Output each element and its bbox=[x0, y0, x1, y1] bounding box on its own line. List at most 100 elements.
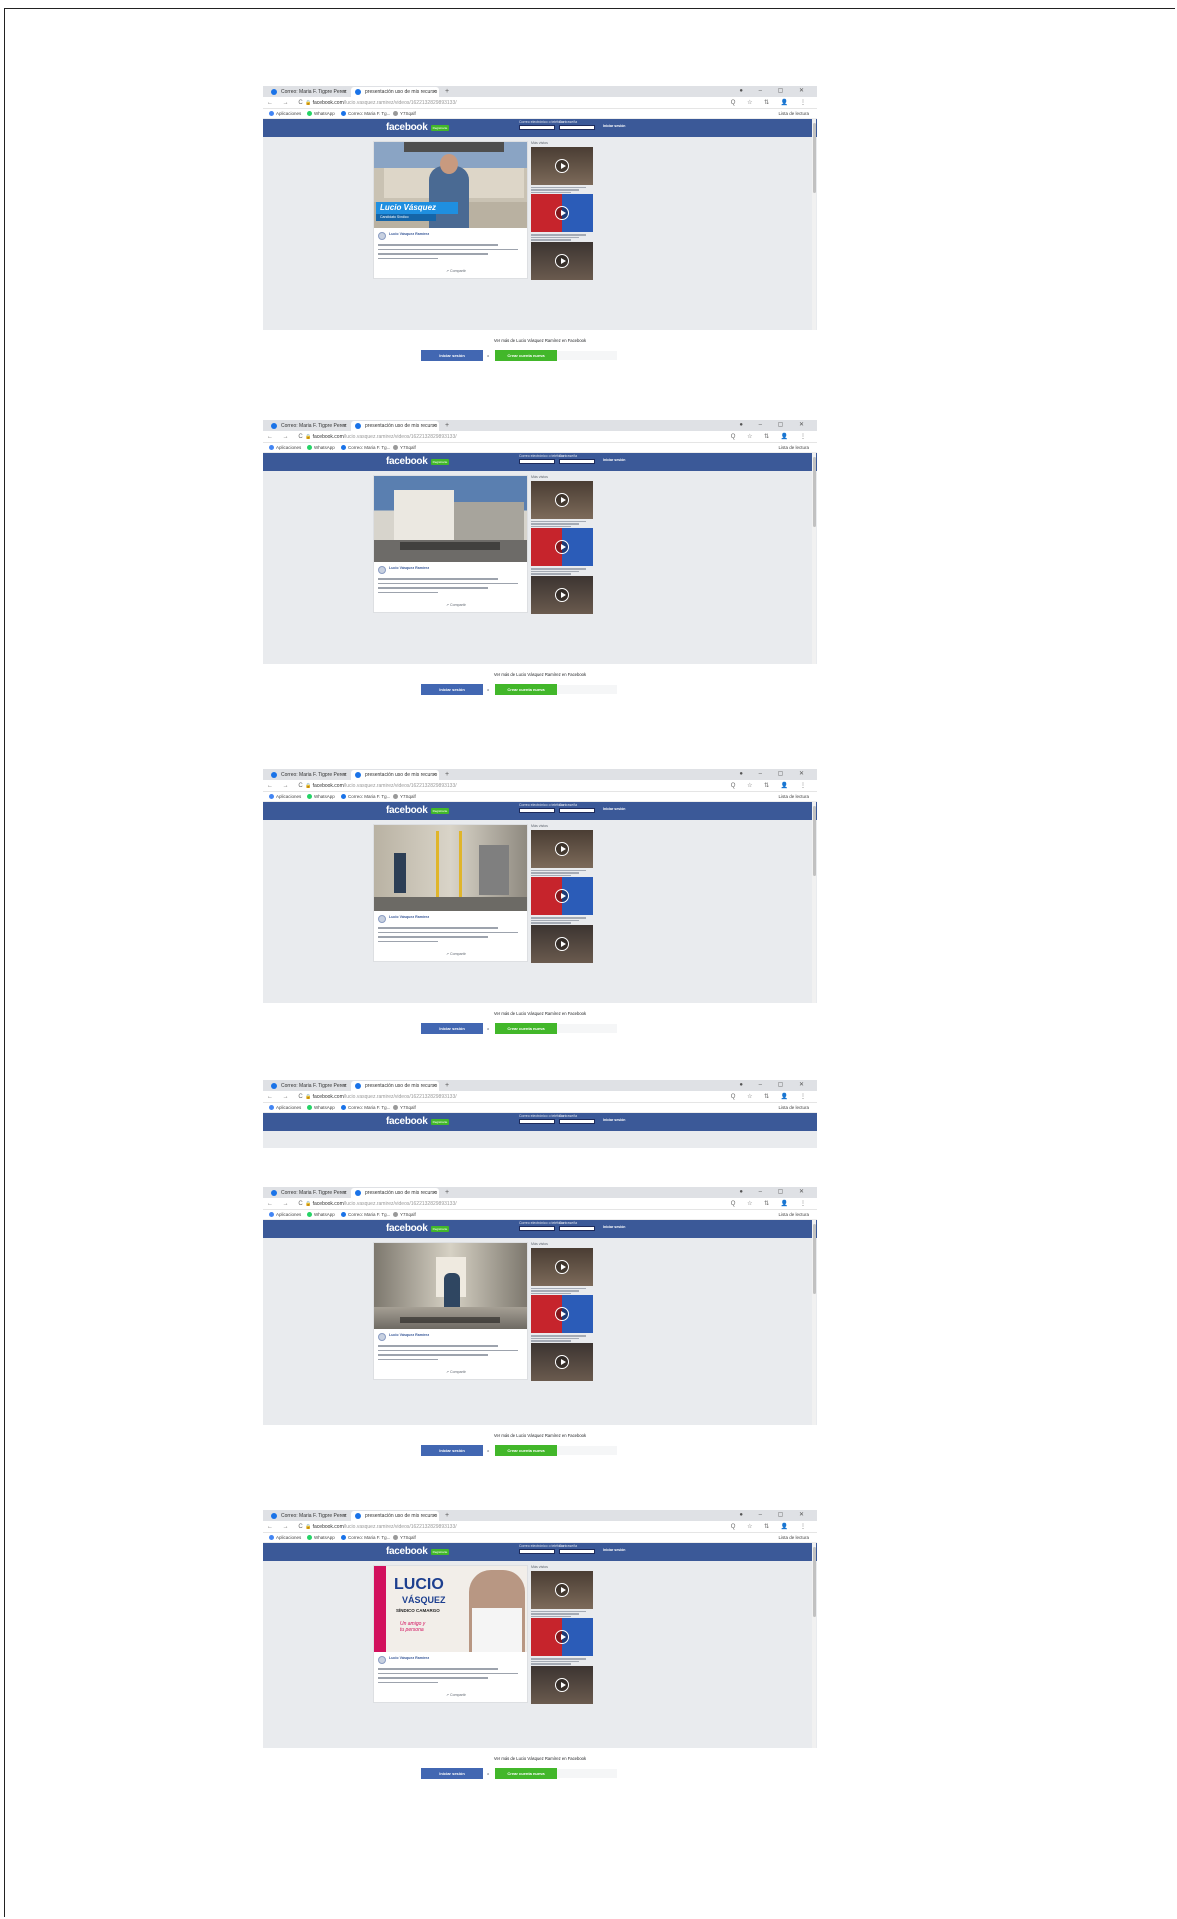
bookmark-whatsapp[interactable]: WhatsApp bbox=[307, 1103, 335, 1113]
close-icon[interactable]: × bbox=[343, 421, 346, 431]
window-controls[interactable]: ● – ▢ ✕ bbox=[739, 769, 811, 780]
browser-tab-active[interactable]: presentación uso de mis recurso × bbox=[351, 1511, 439, 1521]
email-field[interactable] bbox=[519, 1119, 555, 1124]
bookmark-y7[interactable]: Y7Sqalf bbox=[393, 1210, 416, 1220]
related-video-thumbnail[interactable] bbox=[531, 1248, 593, 1286]
nav-buttons[interactable]: ← → C bbox=[267, 1521, 307, 1533]
bookmark-apps[interactable]: Aplicaciones bbox=[269, 1210, 301, 1220]
extension-icons[interactable]: Q ☆ ⇅ 👤 ⋮ bbox=[731, 1198, 811, 1210]
facebook-logo[interactable]: facebook bbox=[386, 805, 428, 816]
reading-list[interactable]: Lista de lectura bbox=[778, 1533, 809, 1543]
related-video-thumbnail[interactable] bbox=[531, 147, 593, 185]
facebook-logo[interactable]: facebook bbox=[386, 1546, 428, 1557]
register-button[interactable]: Registrarte bbox=[431, 1226, 449, 1232]
login-button[interactable]: Iniciar sesión bbox=[421, 684, 483, 695]
extension-icons[interactable]: Q ☆ ⇅ 👤 ⋮ bbox=[731, 97, 811, 109]
bookmark-y7[interactable]: Y7Sqalf bbox=[393, 792, 416, 802]
close-icon[interactable]: × bbox=[433, 1188, 436, 1198]
new-tab-button[interactable]: + bbox=[445, 769, 449, 780]
nav-buttons[interactable]: ← → C bbox=[267, 97, 307, 109]
related-video-thumbnail[interactable] bbox=[531, 1618, 593, 1657]
extension-icons[interactable]: Q ☆ ⇅ 👤 ⋮ bbox=[731, 780, 811, 792]
window-controls[interactable]: ● – ▢ ✕ bbox=[739, 1187, 811, 1198]
reading-list[interactable]: Lista de lectura bbox=[778, 443, 809, 453]
bookmark-apps[interactable]: Aplicaciones bbox=[269, 792, 301, 802]
nav-buttons[interactable]: ← → C bbox=[267, 1091, 307, 1103]
new-tab-button[interactable]: + bbox=[445, 1080, 449, 1091]
bookmark-mail[interactable]: Correo: Maria F. Tg... bbox=[341, 792, 390, 802]
close-icon[interactable]: × bbox=[433, 421, 436, 431]
close-icon[interactable]: × bbox=[343, 1188, 346, 1198]
email-field[interactable] bbox=[519, 1226, 555, 1231]
avatar[interactable] bbox=[378, 915, 386, 923]
browser-tab[interactable]: Correo: Maria F. Tigpre Perez × bbox=[267, 421, 349, 431]
share-button[interactable]: ↗ Compartir bbox=[446, 1693, 466, 1697]
email-field[interactable] bbox=[519, 125, 555, 130]
related-video-thumbnail[interactable] bbox=[531, 575, 593, 614]
close-icon[interactable]: × bbox=[433, 87, 436, 97]
close-icon[interactable]: × bbox=[343, 1511, 346, 1521]
bookmark-whatsapp[interactable]: WhatsApp bbox=[307, 443, 335, 453]
bookmark-y7[interactable]: Y7Sqalf bbox=[393, 1533, 416, 1543]
video-player[interactable] bbox=[374, 1243, 527, 1329]
register-button[interactable]: Registrarte bbox=[431, 459, 449, 465]
related-video-thumbnail[interactable] bbox=[531, 481, 593, 519]
share-button[interactable]: ↗ Compartir bbox=[446, 269, 466, 273]
login-link[interactable]: Iniciar sesión bbox=[603, 1548, 625, 1552]
share-button[interactable]: ↗ Compartir bbox=[446, 952, 466, 956]
video-player[interactable] bbox=[374, 476, 527, 562]
bookmark-apps[interactable]: Aplicaciones bbox=[269, 443, 301, 453]
extension-icons[interactable]: Q ☆ ⇅ 👤 ⋮ bbox=[731, 431, 811, 443]
bookmark-y7[interactable]: Y7Sqalf bbox=[393, 443, 416, 453]
avatar[interactable] bbox=[378, 1656, 386, 1664]
related-video-thumbnail[interactable] bbox=[531, 194, 593, 233]
browser-tab[interactable]: Correo: Maria F. Tigpre Perez × bbox=[267, 1081, 349, 1091]
extension-icons[interactable]: Q ☆ ⇅ 👤 ⋮ bbox=[731, 1521, 811, 1533]
create-account-button[interactable]: Crear cuenta nueva bbox=[495, 1445, 557, 1456]
login-link[interactable]: Iniciar sesión bbox=[603, 458, 625, 462]
url-field[interactable]: 🔒 facebook.com/lucio.vasquez.ramirez/vid… bbox=[305, 782, 747, 790]
register-button[interactable]: Registrarte bbox=[431, 808, 449, 814]
video-player[interactable]: Lucio Vásquez Candidato Síndico bbox=[374, 142, 527, 228]
browser-tab-active[interactable]: presentación uso de mis recurso × bbox=[351, 770, 439, 780]
bookmark-whatsapp[interactable]: WhatsApp bbox=[307, 109, 335, 119]
window-controls[interactable]: ● – ▢ ✕ bbox=[739, 1510, 811, 1521]
login-button[interactable]: Iniciar sesión bbox=[421, 350, 483, 361]
extension-icons[interactable]: Q ☆ ⇅ 👤 ⋮ bbox=[731, 1091, 811, 1103]
post-author[interactable]: Lucio Vásquez Ramírez bbox=[389, 1656, 429, 1660]
related-video-thumbnail[interactable] bbox=[531, 1342, 593, 1381]
close-icon[interactable]: × bbox=[343, 87, 346, 97]
close-icon[interactable]: × bbox=[433, 1511, 436, 1521]
scrollbar-thumb[interactable] bbox=[812, 1547, 816, 1617]
browser-tab[interactable]: Correo: Maria F. Tigpre Perez × bbox=[267, 87, 349, 97]
close-icon[interactable]: × bbox=[433, 770, 436, 780]
password-field[interactable] bbox=[559, 808, 595, 813]
url-field[interactable]: 🔒 facebook.com/lucio.vasquez.ramirez/vid… bbox=[305, 1093, 747, 1101]
avatar[interactable] bbox=[378, 1333, 386, 1341]
create-account-button[interactable]: Crear cuenta nueva bbox=[495, 1768, 557, 1779]
email-field[interactable] bbox=[519, 459, 555, 464]
create-account-button[interactable]: Crear cuenta nueva bbox=[495, 1023, 557, 1034]
facebook-logo[interactable]: facebook bbox=[386, 1223, 428, 1234]
browser-tab-active[interactable]: presentación uso de mis recurso × bbox=[351, 87, 439, 97]
close-icon[interactable]: × bbox=[433, 1081, 436, 1091]
bookmark-apps[interactable]: Aplicaciones bbox=[269, 109, 301, 119]
password-field[interactable] bbox=[559, 1226, 595, 1231]
email-field[interactable] bbox=[519, 808, 555, 813]
login-button[interactable]: Iniciar sesión bbox=[421, 1768, 483, 1779]
register-button[interactable]: Registrarte bbox=[431, 1549, 449, 1555]
login-link[interactable]: Iniciar sesión bbox=[603, 1118, 625, 1122]
browser-tab-active[interactable]: presentación uso de mis recurso × bbox=[351, 1188, 439, 1198]
url-field[interactable]: 🔒 facebook.com/lucio.vasquez.ramirez/vid… bbox=[305, 1523, 747, 1531]
url-field[interactable]: 🔒 facebook.com/lucio.vasquez.ramirez/vid… bbox=[305, 1200, 747, 1208]
browser-tab-active[interactable]: presentación uso de mis recurso × bbox=[351, 421, 439, 431]
reading-list[interactable]: Lista de lectura bbox=[778, 1210, 809, 1220]
scrollbar-thumb[interactable] bbox=[812, 1224, 816, 1294]
bookmark-mail[interactable]: Correo: Maria F. Tg... bbox=[341, 1103, 390, 1113]
browser-tab[interactable]: Correo: Maria F. Tigpre Perez × bbox=[267, 1511, 349, 1521]
window-controls[interactable]: ● – ▢ ✕ bbox=[739, 420, 811, 431]
create-account-button[interactable]: Crear cuenta nueva bbox=[495, 684, 557, 695]
reading-list[interactable]: Lista de lectura bbox=[778, 1103, 809, 1113]
login-button[interactable]: Iniciar sesión bbox=[421, 1023, 483, 1034]
register-button[interactable]: Registrarte bbox=[431, 1119, 449, 1125]
